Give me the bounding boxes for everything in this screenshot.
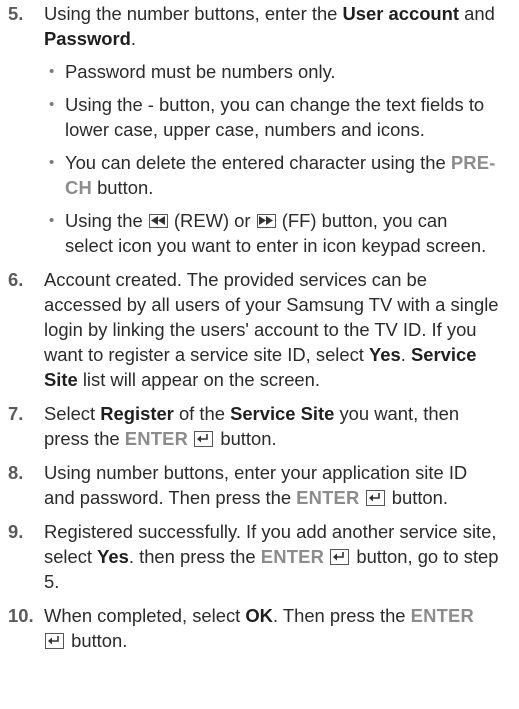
- note-item: • Using the (REW) or (FF) button, you ca…: [44, 208, 499, 258]
- bullet-icon: •: [49, 212, 55, 229]
- step-text: button.: [215, 428, 277, 449]
- note-text: button.: [91, 177, 154, 198]
- enter-icon: [45, 633, 64, 649]
- bullet-icon: •: [49, 154, 55, 171]
- step-6: 6. Account created. The provided service…: [0, 267, 499, 392]
- rewind-icon: [148, 214, 168, 228]
- step-number: 8.: [8, 462, 24, 483]
- enter-icon: [194, 431, 214, 447]
- manual-page: 5. Using the number buttons, enter the U…: [0, 1, 519, 662]
- note-item: • You can delete the entered character u…: [44, 150, 499, 200]
- note-item: • Password must be numbers only.: [44, 59, 499, 84]
- step-number: 6.: [8, 269, 24, 290]
- step-10: 10. When completed, select OK. Then pres…: [0, 603, 499, 653]
- step-text: Select: [44, 403, 101, 424]
- note-item: • Using the - button, you can change the…: [44, 92, 499, 142]
- yes-term: Yes: [97, 546, 129, 567]
- ok-term: OK: [245, 605, 273, 626]
- step-text: .: [130, 28, 137, 49]
- bullet-icon: •: [49, 63, 55, 80]
- service-site-term: Service Site: [230, 403, 335, 424]
- step-8: 8. Using number buttons, enter your appl…: [0, 460, 499, 510]
- enter-key: ENTER: [410, 605, 474, 626]
- step-number: 9.: [8, 521, 24, 542]
- step-text: button.: [66, 630, 128, 651]
- step-text: When completed, select: [44, 605, 246, 626]
- step-text: Using the number buttons, enter the: [44, 3, 343, 24]
- yes-term: Yes: [369, 344, 401, 365]
- step-number: 7.: [8, 403, 24, 424]
- user-account-term: User account: [342, 3, 460, 24]
- step-text: and: [459, 3, 495, 24]
- note-text: You can delete the entered character usi…: [65, 152, 451, 173]
- note-text: (REW) or: [168, 210, 256, 231]
- step-number: 5.: [8, 3, 24, 24]
- step-number: 10.: [8, 605, 34, 626]
- enter-icon: [365, 490, 385, 506]
- step-9: 9. Registered successfully. If you add a…: [0, 519, 499, 594]
- fast-forward-icon: [256, 214, 276, 228]
- step-text: . Then press the: [272, 605, 411, 626]
- note-text: Using the - button, you can change the t…: [65, 94, 485, 140]
- step-text: .: [400, 344, 411, 365]
- enter-key: ENTER: [260, 546, 325, 567]
- step-text: list will appear on the screen.: [77, 369, 321, 390]
- enter-key: ENTER: [124, 428, 189, 449]
- register-term: Register: [100, 403, 174, 424]
- note-text: Password must be numbers only.: [65, 61, 336, 82]
- step-5: 5. Using the number buttons, enter the U…: [0, 1, 499, 258]
- enter-icon: [330, 549, 350, 565]
- note-text: Using the: [65, 210, 148, 231]
- step-text: button.: [386, 487, 448, 508]
- step-text: . then press the: [128, 546, 261, 567]
- bullet-icon: •: [49, 96, 55, 113]
- step-5-notes: • Password must be numbers only. • Using…: [44, 59, 499, 258]
- step-7: 7. Select Register of the Service Site y…: [0, 401, 499, 451]
- password-term: Password: [44, 28, 131, 49]
- enter-key: ENTER: [296, 487, 360, 508]
- step-text: of the: [173, 403, 231, 424]
